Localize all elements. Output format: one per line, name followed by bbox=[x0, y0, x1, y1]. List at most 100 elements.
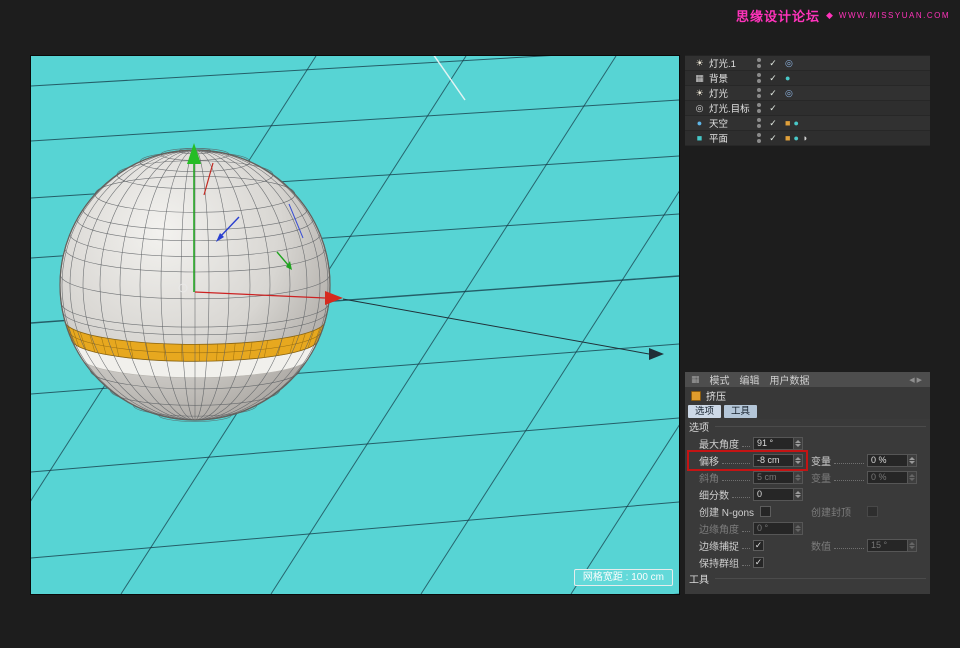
selected-object-row[interactable]: 挤压 bbox=[685, 387, 930, 404]
object-name[interactable]: 灯光 bbox=[709, 86, 755, 100]
tools-section-header[interactable]: 工具 bbox=[685, 571, 930, 585]
object-name[interactable]: 背景 bbox=[709, 71, 755, 85]
field-label: 变量 bbox=[811, 470, 831, 485]
options-fields: 最大角度91 °偏移-8 cm变量0 %斜角5 cm变量0 %细分数0创建 N-… bbox=[685, 433, 930, 571]
dotted-leader bbox=[854, 514, 864, 515]
field-label: 创建封顶 bbox=[811, 504, 851, 519]
field-value: 0 bbox=[754, 489, 793, 500]
object-tags: ● bbox=[785, 73, 790, 83]
value-field[interactable]: -8 cm bbox=[753, 454, 803, 467]
enabled-check-icon[interactable]: ✓ bbox=[767, 88, 779, 99]
texture-tag[interactable]: ● bbox=[793, 133, 798, 143]
field-label: 边缘捕捉 bbox=[699, 538, 739, 553]
options-section-header[interactable]: 选项 bbox=[685, 419, 930, 433]
texture-tag[interactable]: ● bbox=[793, 118, 798, 128]
object-tags: ■● bbox=[785, 118, 799, 128]
object-row[interactable]: ☀灯光.1✓◎ bbox=[685, 56, 930, 71]
texture-tag[interactable]: ● bbox=[785, 73, 790, 83]
field-label: 最大角度 bbox=[699, 436, 739, 451]
watermark-logo-icon: ◆ bbox=[826, 10, 833, 21]
enabled-check-icon[interactable]: ✓ bbox=[767, 73, 779, 84]
visibility-dots[interactable] bbox=[755, 118, 763, 128]
checkbox[interactable] bbox=[760, 506, 771, 517]
checkbox[interactable] bbox=[867, 506, 878, 517]
field-label: 斜角 bbox=[699, 470, 719, 485]
field-value: 15 ° bbox=[868, 540, 907, 551]
enabled-check-icon[interactable]: ✓ bbox=[767, 58, 779, 69]
dotted-leader bbox=[742, 446, 750, 447]
value-field[interactable]: 91 ° bbox=[753, 437, 803, 450]
spinner-arrows-icon[interactable] bbox=[793, 455, 802, 466]
object-name[interactable]: 平面 bbox=[709, 131, 755, 145]
object-row[interactable]: ☀灯光✓◎ bbox=[685, 86, 930, 101]
viewport-canvas[interactable] bbox=[31, 56, 679, 594]
object-name[interactable]: 天空 bbox=[709, 116, 755, 130]
target-tag[interactable]: ◎ bbox=[785, 88, 793, 99]
tab-tools[interactable]: 工具 bbox=[724, 405, 757, 418]
menu-userdata[interactable]: 用户数据 bbox=[770, 372, 810, 387]
phong-tag[interactable]: ◑ bbox=[802, 133, 807, 143]
section-divider bbox=[715, 426, 926, 427]
field-value: 0 % bbox=[868, 472, 907, 483]
enabled-check-icon[interactable]: ✓ bbox=[767, 118, 779, 129]
compositing-tag[interactable]: ■ bbox=[785, 133, 790, 143]
tab-options[interactable]: 选项 bbox=[688, 405, 721, 418]
field-label: 数值 bbox=[811, 538, 831, 553]
field-value: 91 ° bbox=[754, 438, 793, 449]
field-label: 创建 N-gons bbox=[699, 504, 754, 519]
options-section-label: 选项 bbox=[689, 419, 709, 434]
menu-edit[interactable]: 编辑 bbox=[740, 372, 760, 387]
dotted-leader bbox=[742, 565, 750, 566]
object-name[interactable]: 灯光.1 bbox=[709, 56, 755, 70]
panel-grid-icon: ▦ bbox=[691, 374, 700, 385]
visibility-dots[interactable] bbox=[755, 103, 763, 113]
watermark-site-url: WWW.MISSYUAN.COM bbox=[839, 11, 950, 20]
spinner-arrows-icon[interactable] bbox=[793, 489, 802, 500]
viewport-3d[interactable]: 网格宽距 : 100 cm bbox=[30, 55, 680, 595]
compositing-tag[interactable]: ■ bbox=[785, 118, 790, 128]
menu-mode[interactable]: 模式 bbox=[710, 372, 730, 387]
value-field: 15 ° bbox=[867, 539, 917, 552]
spinner-arrows-icon[interactable] bbox=[793, 438, 802, 449]
field-label: 细分数 bbox=[699, 487, 729, 502]
object-manager: ☀灯光.1✓◎▦背景✓●☀灯光✓◎◎灯光.目标✓●天空✓■●■平面✓■●◑ bbox=[685, 55, 930, 146]
field-label: 边缘角度 bbox=[699, 521, 739, 536]
value-field: 0 % bbox=[867, 471, 917, 484]
header-nav-icons[interactable]: ◀▶ bbox=[909, 376, 924, 384]
dotted-leader bbox=[834, 548, 864, 549]
section-divider bbox=[715, 578, 926, 579]
spinner-arrows-icon[interactable] bbox=[907, 455, 916, 466]
enabled-check-icon[interactable]: ✓ bbox=[767, 133, 779, 144]
visibility-dots[interactable] bbox=[755, 133, 763, 143]
value-field[interactable]: 0 % bbox=[867, 454, 917, 467]
visibility-dots[interactable] bbox=[755, 88, 763, 98]
object-row[interactable]: ■ 平面 ✓ ■● ◑ bbox=[685, 131, 930, 146]
spinner-arrows-icon[interactable] bbox=[793, 472, 802, 483]
object-row[interactable]: ●天空✓■● bbox=[685, 116, 930, 131]
tools-section-label: 工具 bbox=[689, 571, 709, 586]
attribute-row: 创建 N-gons 创建封顶 bbox=[699, 503, 922, 520]
extrude-object-icon bbox=[691, 391, 701, 401]
background-icon: ▦ bbox=[693, 73, 706, 84]
value-field[interactable]: 0 bbox=[753, 488, 803, 501]
checkbox[interactable]: ✓ bbox=[753, 557, 764, 568]
attribute-row: 边缘捕捉 ✓ 数值 15 ° bbox=[699, 537, 922, 554]
watermark-site-name: 思缘设计论坛 bbox=[736, 6, 820, 25]
object-row[interactable]: ◎灯光.目标✓ bbox=[685, 101, 930, 116]
sky-icon: ● bbox=[693, 118, 706, 128]
object-name[interactable]: 灯光.目标 bbox=[709, 101, 755, 115]
visibility-dots[interactable] bbox=[755, 58, 763, 68]
spinner-arrows-icon[interactable] bbox=[907, 540, 916, 551]
object-row[interactable]: ▦背景 ✓ ● bbox=[685, 71, 930, 86]
attribute-row: 最大角度 91 ° bbox=[699, 435, 922, 452]
field-label: 偏移 bbox=[699, 453, 719, 468]
target-tag[interactable]: ◎ bbox=[785, 58, 793, 69]
spinner-arrows-icon[interactable] bbox=[793, 523, 802, 534]
visibility-dots[interactable] bbox=[755, 73, 763, 83]
spinner-arrows-icon[interactable] bbox=[907, 472, 916, 483]
attribute-row: 细分数 0 bbox=[699, 486, 922, 503]
enabled-check-icon[interactable]: ✓ bbox=[767, 103, 779, 114]
checkbox[interactable]: ✓ bbox=[753, 540, 764, 551]
object-tags: ■● ◑ bbox=[785, 133, 807, 143]
object-list: ☀灯光.1✓◎▦背景✓●☀灯光✓◎◎灯光.目标✓●天空✓■●■平面✓■●◑ bbox=[685, 56, 930, 146]
